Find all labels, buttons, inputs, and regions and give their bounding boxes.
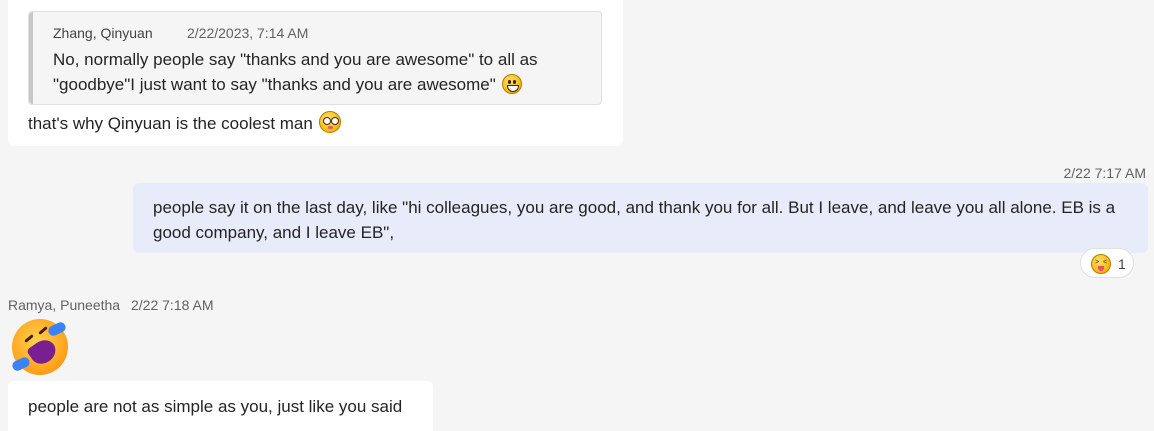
sender-name[interactable]: Ramya, Puneetha	[8, 297, 120, 313]
quote-bar	[29, 12, 33, 104]
squinting-tongue-face-icon: > <	[1091, 254, 1111, 274]
message-bubble-incoming[interactable]: people are not as simple as you, just li…	[8, 381, 433, 431]
message-timestamp: 2/22 7:18 AM	[131, 297, 214, 313]
message-timestamp: 2/22 7:17 AM	[1063, 165, 1146, 181]
rolling-on-floor-laughing-icon	[10, 319, 68, 375]
reaction-pill[interactable]: > < 1	[1080, 248, 1134, 278]
quoted-message[interactable]: Zhang, Qinyuan 2/22/2023, 7:14 AM No, no…	[28, 11, 602, 105]
quote-text: No, normally people say "thanks and you …	[53, 47, 573, 97]
message-text: people are not as simple as you, just li…	[28, 397, 403, 416]
message-text: people say it on the last day, like "hi …	[153, 198, 1116, 242]
quote-author: Zhang, Qinyuan	[53, 25, 153, 41]
grinning-face-icon	[501, 74, 522, 94]
message-bubble-incoming[interactable]: Zhang, Qinyuan 2/22/2023, 7:14 AM No, no…	[8, 0, 623, 146]
message-bubble-outgoing[interactable]: people say it on the last day, like "hi …	[133, 183, 1148, 253]
reaction-count: 1	[1118, 256, 1126, 272]
quote-text-content: No, normally people say "thanks and you …	[53, 50, 538, 94]
message-text: that's why Qinyuan is the coolest man	[28, 111, 341, 136]
message-text-content: that's why Qinyuan is the coolest man	[28, 114, 313, 133]
zany-face-icon	[318, 111, 341, 133]
quote-timestamp: 2/22/2023, 7:14 AM	[187, 25, 309, 41]
